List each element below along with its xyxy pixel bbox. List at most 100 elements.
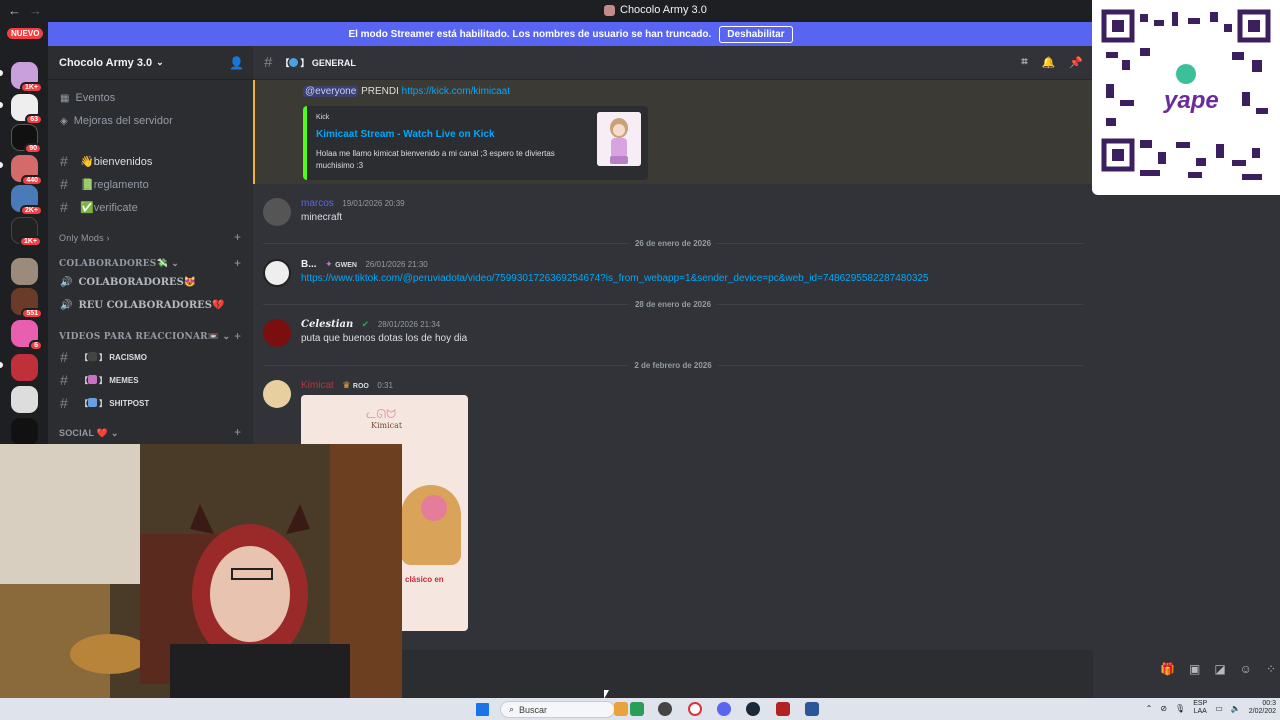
sidebar-item-boosts[interactable]: ◈ Mejoras del servidor [60, 115, 173, 127]
new-badge[interactable]: NUEVO [7, 28, 44, 39]
back-arrow-icon[interactable]: ← [8, 3, 21, 18]
word-icon[interactable] [805, 702, 819, 716]
file-explorer-icon[interactable] [614, 702, 628, 716]
highlighted-message[interactable]: @everyone PRENDI https://kick.com/kimica… [253, 80, 1093, 184]
gif-icon[interactable]: ▣ [1189, 662, 1200, 676]
microphone-icon[interactable]: 🎙 [1175, 704, 1185, 713]
steam-icon[interactable] [746, 702, 760, 716]
everyone-mention[interactable]: @everyone [303, 86, 359, 97]
server-icon-10[interactable] [11, 354, 38, 381]
server-tag[interactable]: ROO [353, 383, 369, 390]
language-layout: LAA [1193, 708, 1207, 715]
network-icon[interactable]: ⊘ [1160, 704, 1167, 713]
server-tag[interactable]: GWEN [335, 262, 357, 269]
server-icon [604, 4, 615, 16]
clock[interactable]: 00:3 2/02/202 [1249, 700, 1276, 716]
channel-name: RACISMO [109, 352, 148, 362]
server-icon-3[interactable]: 90 [11, 124, 42, 154]
discord-icon[interactable] [717, 702, 731, 716]
add-channel-icon[interactable]: + [234, 329, 241, 343]
server-icon-5[interactable]: 2K+ [11, 185, 43, 216]
embed-thumbnail[interactable] [597, 112, 641, 166]
avatar[interactable] [263, 259, 291, 287]
wifi-icon[interactable]: ▭ [1215, 704, 1223, 713]
category-colaboradores[interactable]: COLABORADORES💸 ⌄ [59, 259, 179, 269]
server-icon-12[interactable] [11, 418, 38, 445]
author-name[interactable]: marcos [301, 198, 334, 209]
chevron-up-icon[interactable]: ⌃ [1146, 704, 1153, 713]
sidebar-item-shitpost[interactable]: # 【】 SHITPOST [60, 395, 149, 411]
emoji-icon[interactable]: ☺ [1240, 662, 1252, 676]
disable-streamer-button[interactable]: Deshabilitar [719, 25, 793, 43]
sidebar-item-bienvenidos[interactable]: # 👋bienvenidos [60, 153, 152, 169]
message-link[interactable]: https://www.tiktok.com/@peruviadota/vide… [301, 273, 929, 284]
add-channel-icon[interactable]: + [234, 425, 241, 439]
mention-badge: 551 [21, 308, 43, 319]
avatar[interactable] [263, 319, 291, 347]
bell-icon[interactable]: 🔔 [1042, 56, 1056, 69]
mention-badge: 2K+ [19, 205, 43, 216]
sidebar-item-racismo[interactable]: # 【】 RACISMO [60, 349, 147, 365]
server-icon-11[interactable] [11, 386, 38, 413]
avatar[interactable] [263, 380, 291, 408]
cat-ears-icon: ᓚᘏᗢ [366, 407, 397, 421]
voice-reu-colaboradores[interactable]: 🔊 REU COLABORADORES💔 [60, 300, 224, 311]
threads-icon[interactable]: ⌗ [1021, 56, 1027, 69]
server-icon-1[interactable]: 1K+ [11, 62, 43, 93]
clock-time: 00:3 [1262, 700, 1276, 707]
add-channel-icon[interactable]: + [234, 230, 241, 244]
apps-icon[interactable]: ⁘ [1266, 662, 1276, 676]
embed-provider[interactable]: Kick [316, 114, 329, 121]
server-icon-2[interactable]: 63 [11, 94, 43, 125]
message-meta: marcos 19/01/2026 20:39 [301, 198, 405, 209]
server-icon-7[interactable] [11, 258, 38, 285]
volume-icon[interactable]: 🔈 [1231, 704, 1241, 713]
avatar[interactable] [263, 198, 291, 226]
category-videos[interactable]: VIDEOS PARA REACCIONAR📼 ⌄ [59, 332, 230, 342]
sidebar-item-verificate[interactable]: # ✅verificate [60, 199, 138, 215]
message-text: minecraft [301, 212, 343, 223]
server-icon-6[interactable]: 1K+ [11, 217, 42, 247]
calendar-icon: ▦ [60, 92, 70, 104]
category-social[interactable]: SOCIAL ❤️ ⌄ [59, 428, 119, 439]
author-name[interactable]: Kimicat [301, 380, 334, 391]
message-text: PRENDI [361, 86, 399, 97]
message-b[interactable]: B... ✦ GWEN 26/01/2026 21:30 https://www… [261, 259, 1081, 289]
windows-start-icon[interactable] [476, 703, 489, 716]
embed-title[interactable]: Kimicaat Stream - Watch Live on Kick [316, 129, 495, 140]
embed-description: Holaa me llamo kimicat bienvenido a mi c… [316, 149, 555, 170]
sidebar-item-events[interactable]: ▦ Eventos [60, 92, 115, 104]
dota-icon[interactable] [776, 702, 790, 716]
message-marcos[interactable]: marcos 19/01/2026 20:39 minecraft [261, 198, 1081, 228]
message-link[interactable]: https://kick.com/kimicaat [402, 86, 510, 97]
server-icon-8[interactable]: 551 [11, 288, 43, 319]
sidebar-item-reglamento[interactable]: # 📗reglamento [60, 176, 149, 192]
app-icon[interactable] [630, 702, 644, 716]
taskbar-search[interactable]: ⌕ Buscar [500, 701, 615, 718]
author-name[interactable]: Celestian [301, 319, 353, 330]
server-icon-9[interactable]: 6 [11, 320, 43, 351]
add-channel-icon[interactable]: + [234, 256, 241, 270]
language-indicator[interactable]: ESP LAA [1193, 700, 1207, 716]
gift-icon[interactable]: 🎁 [1160, 662, 1175, 676]
server-icon-4[interactable]: 440 [11, 155, 43, 186]
search-placeholder: Buscar [519, 704, 548, 715]
message-celestian[interactable]: Celestian ✔ 28/01/2026 21:34 puta que bu… [261, 319, 1081, 349]
server-header[interactable]: Chocolo Army 3.0 ⌄ 👤 [48, 46, 253, 80]
sidebar-item-label: 📗reglamento [80, 178, 149, 191]
message-composer[interactable] [400, 650, 1093, 698]
window-titlebar: ← → Chocolo Army 3.0 [0, 0, 1280, 22]
app-icon[interactable] [658, 702, 672, 716]
author-name[interactable]: B... [301, 259, 317, 270]
category-only-mods[interactable]: Only Mods › [59, 233, 110, 243]
sidebar-item-memes[interactable]: # 【】 MEMES [60, 372, 139, 388]
mouse-cursor [604, 690, 609, 699]
pin-icon[interactable]: 📌 [1069, 56, 1083, 69]
invite-people-icon[interactable]: 👤 [229, 56, 244, 70]
date-divider: 2 de febrero de 2026 [263, 360, 1083, 370]
forward-arrow-icon[interactable]: → [29, 3, 42, 18]
sidebar-item-label: Mejoras del servidor [73, 115, 173, 127]
voice-colaboradores[interactable]: 🔊 COLABORADORES😻 [60, 277, 196, 288]
opera-icon[interactable] [688, 702, 702, 716]
sticker-icon[interactable]: ◪ [1214, 662, 1225, 676]
